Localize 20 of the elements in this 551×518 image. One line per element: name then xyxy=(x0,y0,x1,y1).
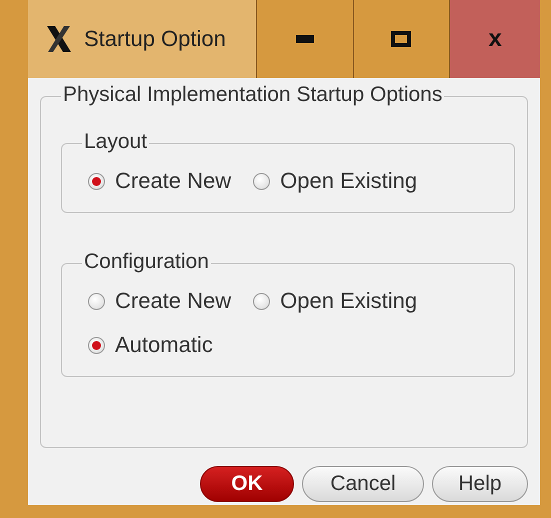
close-button[interactable]: x xyxy=(450,0,540,78)
x-logo-icon xyxy=(44,24,74,54)
radio-button[interactable] xyxy=(253,172,270,190)
window-title: Startup Option xyxy=(84,26,226,52)
radio-label: Create New xyxy=(115,288,232,314)
dialog-button[interactable]: Help xyxy=(432,466,528,502)
maximize-icon xyxy=(391,31,412,47)
radio-button[interactable] xyxy=(253,292,270,310)
group-title: Configuration xyxy=(82,250,211,274)
ok-button[interactable]: OK xyxy=(200,466,294,502)
radio-label: Open Existing xyxy=(280,168,418,194)
radio-button[interactable] xyxy=(88,336,105,354)
radio-button[interactable] xyxy=(88,292,105,310)
group-title: Physical Implementation Startup Options xyxy=(61,83,444,107)
minimize-icon xyxy=(296,35,314,43)
radio-label: Create New xyxy=(115,168,232,194)
radio-button[interactable] xyxy=(88,172,105,190)
radio-label: Open Existing xyxy=(280,288,418,314)
radio-label: Automatic xyxy=(115,332,213,358)
dialog-button[interactable]: Cancel xyxy=(302,466,424,502)
